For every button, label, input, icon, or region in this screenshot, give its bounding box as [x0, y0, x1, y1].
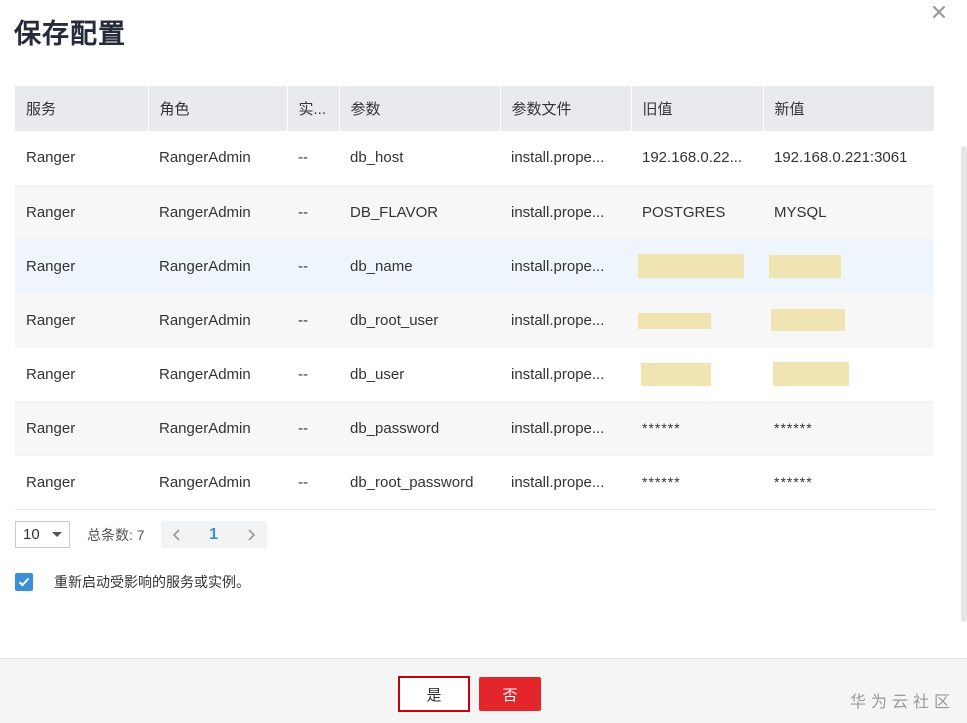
- checkmark-icon: [18, 577, 30, 587]
- column-header-old-value[interactable]: 旧值: [631, 86, 764, 131]
- cell-new-value: [763, 347, 934, 402]
- cell-parameter-file: install.prope...: [500, 455, 631, 510]
- redacted-value: [638, 254, 744, 278]
- cell-old-value: [631, 239, 763, 294]
- restart-label: 重新启动受影响的服务或实例。: [54, 574, 250, 590]
- total-count: 总条数: 7: [87, 526, 145, 543]
- cell-instance: --: [287, 185, 339, 240]
- table-row: Ranger RangerAdmin -- db_host install.pr…: [15, 131, 934, 186]
- cell-new-value: ******: [763, 401, 934, 456]
- column-header-parameter[interactable]: 参数: [339, 86, 501, 131]
- pagination: 10 总条数: 7 1: [15, 521, 267, 548]
- cell-parameter: db_password: [339, 401, 500, 456]
- save-config-dialog: 保存配置 服务 角色 实... 参数 参数文件 旧值 新值 Ranger Ran…: [0, 0, 967, 723]
- cell-role: RangerAdmin: [148, 131, 287, 186]
- redacted-value: [773, 362, 849, 386]
- cell-new-value: 192.168.0.221:3061: [763, 131, 934, 186]
- page-number-current[interactable]: 1: [192, 521, 235, 548]
- column-header-parameter-file[interactable]: 参数文件: [500, 86, 632, 131]
- cell-role: RangerAdmin: [148, 347, 287, 402]
- table-row: Ranger RangerAdmin -- db_name install.pr…: [15, 239, 934, 294]
- yes-button[interactable]: 是: [398, 676, 470, 712]
- cell-instance: --: [287, 239, 339, 294]
- cell-new-value: [763, 293, 934, 348]
- cell-parameter: DB_FLAVOR: [339, 185, 500, 240]
- cell-parameter: db_root_password: [339, 455, 500, 510]
- cell-new-value: [763, 239, 934, 294]
- redacted-value: [769, 254, 841, 278]
- cell-service: Ranger: [15, 401, 148, 456]
- config-changes-table: 服务 角色 实... 参数 参数文件 旧值 新值 Ranger RangerAd…: [15, 86, 934, 510]
- cell-service: Ranger: [15, 185, 148, 240]
- cell-new-value: ******: [763, 455, 934, 510]
- chevron-down-icon: [52, 532, 62, 537]
- cell-old-value: [631, 293, 763, 348]
- cell-parameter-file: install.prope...: [500, 239, 631, 294]
- cell-service: Ranger: [15, 455, 148, 510]
- cell-role: RangerAdmin: [148, 455, 287, 510]
- restart-checkbox[interactable]: [15, 573, 33, 591]
- cell-parameter-file: install.prope...: [500, 131, 631, 186]
- chevron-left-icon: [172, 528, 180, 541]
- cell-parameter: db_name: [339, 239, 500, 294]
- next-page-button[interactable]: [234, 521, 267, 548]
- cell-old-value: [631, 347, 763, 402]
- cell-role: RangerAdmin: [148, 239, 287, 294]
- cell-instance: --: [287, 455, 339, 510]
- cell-role: RangerAdmin: [148, 185, 287, 240]
- table-row: Ranger RangerAdmin -- db_root_user insta…: [15, 293, 934, 348]
- column-header-new-value[interactable]: 新值: [763, 86, 934, 131]
- column-header-service[interactable]: 服务: [15, 86, 149, 131]
- previous-page-button[interactable]: [160, 521, 193, 548]
- dialog-title: 保存配置: [14, 19, 126, 49]
- cell-service: Ranger: [15, 347, 148, 402]
- cell-old-value: POSTGRES: [631, 185, 763, 240]
- cell-parameter-file: install.prope...: [500, 347, 631, 402]
- cell-parameter: db_host: [339, 131, 500, 186]
- cell-instance: --: [287, 401, 339, 456]
- redacted-value: [638, 313, 711, 330]
- cell-service: Ranger: [15, 239, 148, 294]
- cell-service: Ranger: [15, 131, 148, 186]
- vertical-scrollbar[interactable]: [961, 146, 967, 622]
- cell-role: RangerAdmin: [148, 293, 287, 348]
- close-icon[interactable]: [929, 2, 949, 22]
- cell-parameter-file: install.prope...: [500, 185, 631, 240]
- table-row: Ranger RangerAdmin -- db_root_password i…: [15, 455, 934, 510]
- page-size-select[interactable]: 10: [15, 521, 70, 548]
- column-header-instance[interactable]: 实...: [287, 86, 340, 131]
- cell-instance: --: [287, 131, 339, 186]
- cell-parameter-file: install.prope...: [500, 401, 631, 456]
- restart-option[interactable]: 重新启动受影响的服务或实例。: [15, 572, 250, 592]
- cell-role: RangerAdmin: [148, 401, 287, 456]
- cell-instance: --: [287, 347, 339, 402]
- cell-old-value: ******: [631, 455, 763, 510]
- no-button[interactable]: 否: [479, 677, 541, 711]
- cell-old-value: ******: [631, 401, 763, 456]
- page-size-value: 10: [23, 526, 40, 543]
- cell-old-value: 192.168.0.22...: [631, 131, 763, 186]
- cell-service: Ranger: [15, 293, 148, 348]
- table-row: Ranger RangerAdmin -- db_password instal…: [15, 401, 934, 456]
- cell-parameter: db_user: [339, 347, 500, 402]
- dialog-footer: 是 否 华为云社区: [0, 658, 967, 723]
- watermark: 华为云社区: [849, 694, 955, 711]
- cell-parameter-file: install.prope...: [500, 293, 631, 348]
- table-row: Ranger RangerAdmin -- db_user install.pr…: [15, 347, 934, 402]
- redacted-value: [771, 309, 845, 331]
- cell-new-value: MYSQL: [763, 185, 934, 240]
- cell-instance: --: [287, 293, 339, 348]
- cell-parameter: db_root_user: [339, 293, 500, 348]
- chevron-right-icon: [248, 528, 255, 541]
- column-header-role[interactable]: 角色: [148, 86, 288, 131]
- table-row: Ranger RangerAdmin -- DB_FLAVOR install.…: [15, 185, 934, 240]
- redacted-value: [641, 362, 711, 386]
- table-header-row: 服务 角色 实... 参数 参数文件 旧值 新值: [15, 86, 934, 131]
